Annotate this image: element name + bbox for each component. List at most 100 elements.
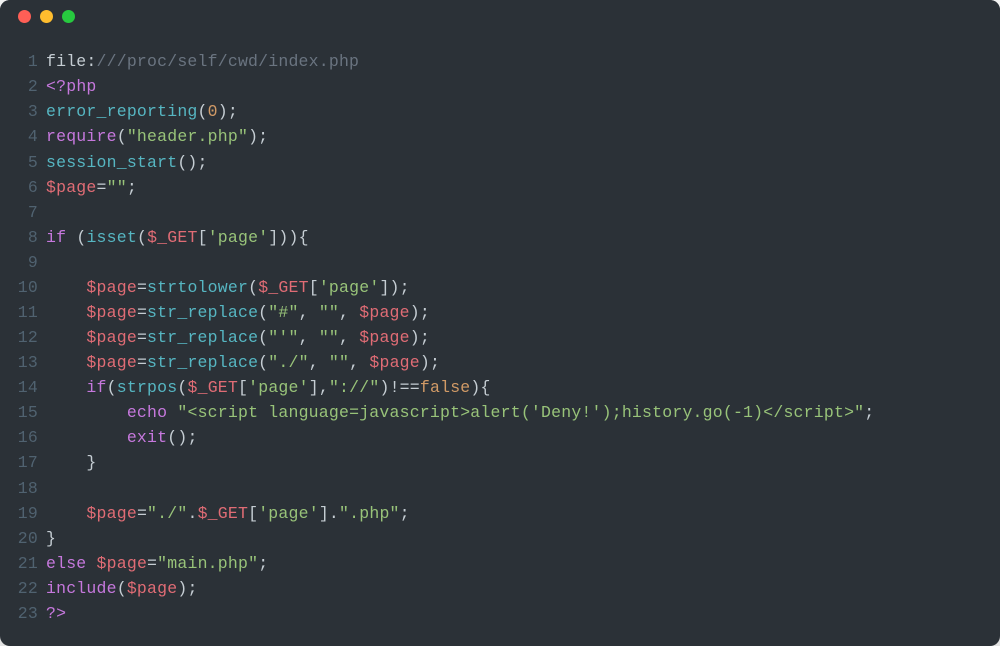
code-content: include($page); — [46, 576, 980, 601]
line-number: 5 — [8, 150, 38, 175]
code-token — [46, 278, 86, 297]
code-line: 14 if(strpos($_GET['page'],"://")!==fals… — [8, 375, 980, 400]
line-number: 7 — [8, 200, 38, 225]
code-token: ///proc/self/cwd/index.php — [97, 52, 360, 71]
code-token: , — [299, 328, 319, 347]
line-number: 14 — [8, 375, 38, 400]
code-token: , — [339, 328, 359, 347]
code-token: ], — [309, 378, 329, 397]
line-number: 21 — [8, 551, 38, 576]
window-maximize-button[interactable] — [62, 10, 75, 23]
code-content — [46, 476, 980, 501]
code-token: else — [46, 554, 86, 573]
code-token: ; — [400, 504, 410, 523]
code-line: 1file:///proc/self/cwd/index.php — [8, 49, 980, 74]
code-token: str_replace — [147, 353, 258, 372]
code-token: = — [137, 353, 147, 372]
code-token: $page — [127, 579, 178, 598]
code-token — [46, 428, 127, 447]
code-token: ); — [218, 102, 238, 121]
code-token: , — [349, 353, 369, 372]
window-minimize-button[interactable] — [40, 10, 53, 23]
code-content: session_start(); — [46, 150, 980, 175]
code-token — [46, 303, 86, 322]
code-token: "#" — [268, 303, 298, 322]
code-token: 0 — [208, 102, 218, 121]
code-token: ( — [258, 303, 268, 322]
code-area[interactable]: 1file:///proc/self/cwd/index.php2<?php3e… — [0, 33, 1000, 646]
code-token: $page — [46, 178, 97, 197]
line-number: 10 — [8, 275, 38, 300]
code-line: 3error_reporting(0); — [8, 99, 980, 124]
code-token: 'page' — [319, 278, 380, 297]
code-token: ]. — [319, 504, 339, 523]
line-number: 3 — [8, 99, 38, 124]
code-token: ( — [198, 102, 208, 121]
code-token: . — [187, 504, 197, 523]
code-token: = — [137, 278, 147, 297]
window-close-button[interactable] — [18, 10, 31, 23]
code-token: $page — [86, 504, 137, 523]
code-token: } — [46, 529, 56, 548]
code-token: $page — [97, 554, 148, 573]
code-line: 2<?php — [8, 74, 980, 99]
code-token: isset — [86, 228, 137, 247]
code-token: ); — [420, 353, 440, 372]
code-token: echo — [127, 403, 167, 422]
code-token: ); — [410, 328, 430, 347]
code-token: "" — [329, 353, 349, 372]
code-content: require("header.php"); — [46, 124, 980, 149]
code-content: $page=strtolower($_GET['page']); — [46, 275, 980, 300]
code-content: if (isset($_GET['page'])){ — [46, 225, 980, 250]
line-number: 6 — [8, 175, 38, 200]
code-token: 'page' — [248, 378, 309, 397]
code-token: false — [420, 378, 471, 397]
code-token: include — [46, 579, 117, 598]
code-token: "./" — [147, 504, 187, 523]
code-token: php — [66, 77, 96, 96]
code-line: 7 — [8, 200, 980, 225]
code-token: ( — [258, 328, 268, 347]
code-token: $page — [86, 328, 137, 347]
line-number: 19 — [8, 501, 38, 526]
code-token: ; — [127, 178, 137, 197]
code-token: ; — [258, 554, 268, 573]
code-token: "" — [319, 303, 339, 322]
code-content: } — [46, 450, 980, 475]
code-token: ); — [177, 579, 197, 598]
code-token: $_GET — [147, 228, 198, 247]
code-content: file:///proc/self/cwd/index.php — [46, 49, 980, 74]
line-number: 11 — [8, 300, 38, 325]
code-token: "" — [319, 328, 339, 347]
code-token — [167, 403, 177, 422]
code-token — [46, 504, 86, 523]
line-number: 12 — [8, 325, 38, 350]
line-number: 17 — [8, 450, 38, 475]
code-content: <?php — [46, 74, 980, 99]
code-token: = — [147, 554, 157, 573]
code-token: "main.php" — [157, 554, 258, 573]
code-content: echo "<script language=javascript>alert(… — [46, 400, 980, 425]
code-token: ( — [177, 378, 187, 397]
code-token: ( — [137, 228, 147, 247]
code-token: ".php" — [339, 504, 400, 523]
code-token — [46, 328, 86, 347]
editor-window: 1file:///proc/self/cwd/index.php2<?php3e… — [0, 0, 1000, 646]
code-line: 4require("header.php"); — [8, 124, 980, 149]
code-token: "header.php" — [127, 127, 248, 146]
line-number: 16 — [8, 425, 38, 450]
code-line: 23?> — [8, 601, 980, 626]
code-token: $_GET — [258, 278, 309, 297]
code-token: = — [137, 504, 147, 523]
line-number: 18 — [8, 476, 38, 501]
code-content: $page=str_replace("#", "", $page); — [46, 300, 980, 325]
code-token — [46, 403, 127, 422]
code-token: $page — [86, 303, 137, 322]
code-token: )!== — [379, 378, 419, 397]
code-token: "" — [107, 178, 127, 197]
code-token: ); — [248, 127, 268, 146]
code-token: require — [46, 127, 117, 146]
code-line: 9 — [8, 250, 980, 275]
code-token: $page — [359, 303, 410, 322]
line-number: 8 — [8, 225, 38, 250]
